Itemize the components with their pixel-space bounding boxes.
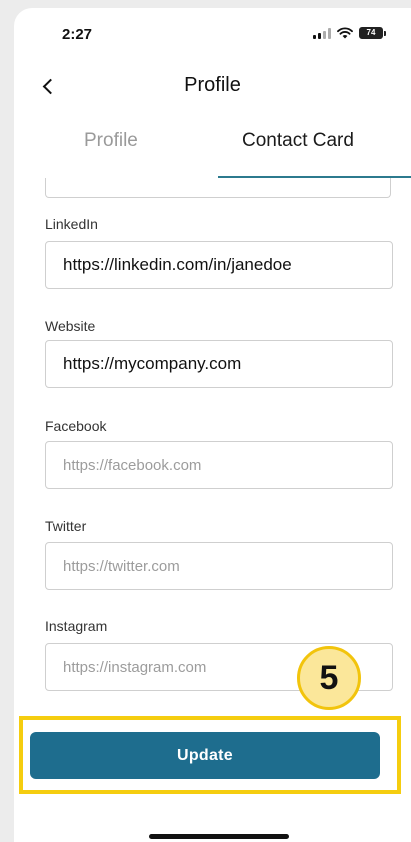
tab-bar: Profile Contact Card [14,120,411,178]
page-title: Profile [184,74,241,96]
instagram-label: Instagram [45,618,108,634]
status-time: 2:27 [62,26,93,43]
tab-contact-card[interactable]: Contact Card [242,130,354,152]
linkedin-input[interactable] [45,241,393,289]
step-badge: 5 [297,646,361,710]
wifi-icon [337,27,353,39]
status-icons: 74 [313,27,386,39]
update-button[interactable]: Update [30,732,380,779]
website-label: Website [45,318,96,334]
facebook-label: Facebook [45,418,107,434]
header: Profile [14,64,411,108]
home-indicator [149,834,289,839]
twitter-label: Twitter [45,518,87,534]
website-input[interactable] [45,340,393,388]
tab-profile[interactable]: Profile [84,130,138,152]
cellular-signal-icon [313,27,331,39]
twitter-input[interactable] [45,542,393,590]
facebook-input[interactable] [45,441,393,489]
battery-icon: 74 [359,27,386,39]
linkedin-label: LinkedIn [45,216,98,232]
scrolled-field-bottom [45,178,391,198]
battery-level: 74 [366,28,376,37]
status-bar: 2:27 74 [14,8,411,54]
